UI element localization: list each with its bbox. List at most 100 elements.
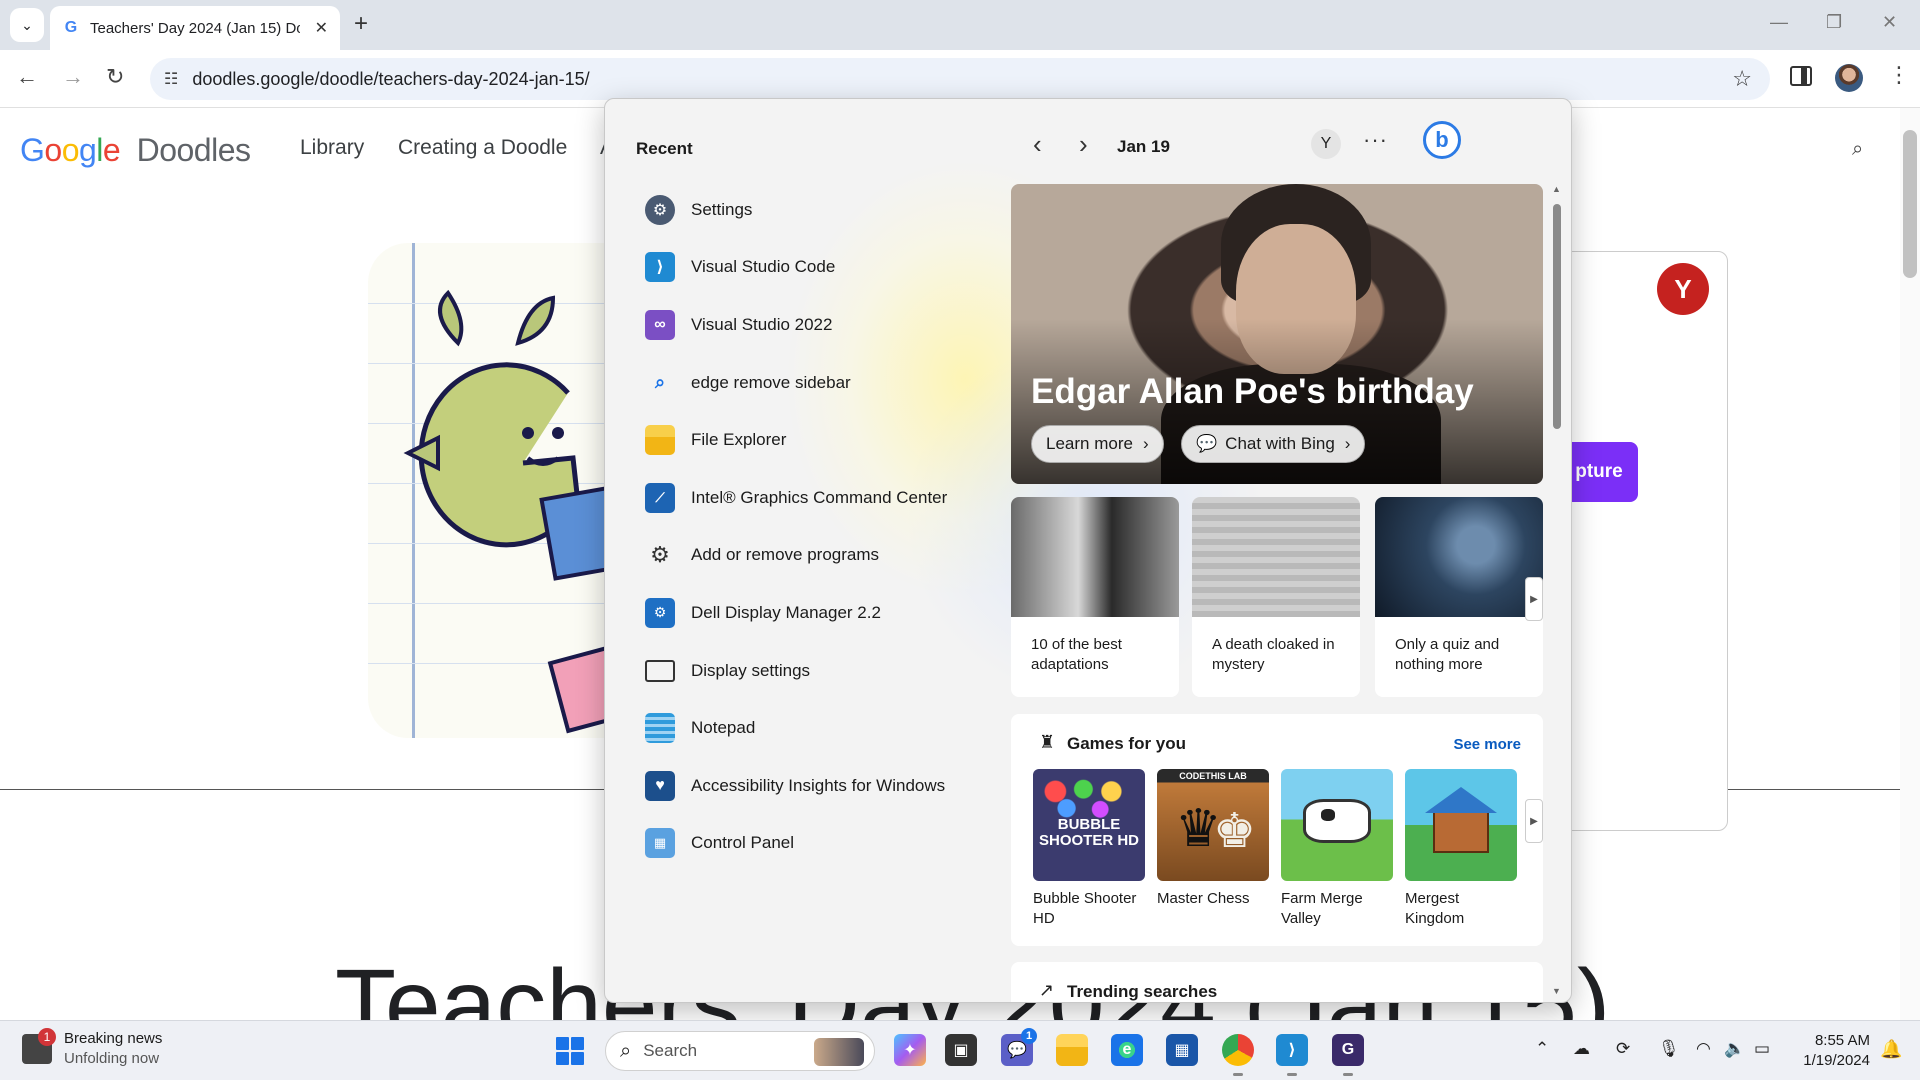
more-options-icon[interactable]: ··· [1363, 127, 1388, 153]
previous-chevron-icon[interactable]: ‹ [1033, 129, 1042, 160]
recent-item-intel-graphics[interactable]: ⟋ Intel® Graphics Command Center [645, 469, 985, 527]
battery-icon[interactable]: ▭ [1754, 1039, 1770, 1059]
widgets-feed: Edgar Allan Poe's birthday Learn more › … [1011, 184, 1546, 1002]
copilot-icon[interactable]: ✦ [894, 1034, 926, 1066]
forward-arrow-icon[interactable]: → [62, 64, 84, 90]
file-explorer-icon[interactable] [1056, 1034, 1088, 1066]
user-avatar[interactable]: Y [1657, 263, 1709, 315]
news-next-arrow-icon[interactable]: ▶ [1525, 577, 1543, 621]
games-next-arrow-icon[interactable]: ▶ [1525, 799, 1543, 843]
recent-item-visual-studio[interactable]: ∞ Visual Studio 2022 [645, 296, 985, 354]
taskbar-search[interactable]: ⌕ Search [605, 1031, 875, 1071]
site-info-icon[interactable]: ☷ [164, 69, 178, 89]
tab-close-icon[interactable]: ✕ [315, 18, 328, 38]
new-tab-icon[interactable]: + [354, 12, 368, 36]
news-image [1011, 497, 1179, 617]
clock-time: 8:55 AM [1814, 1032, 1870, 1049]
widgets-scrollbar[interactable]: ▲ ▼ [1550, 184, 1564, 999]
edge-icon[interactable]: e [1111, 1034, 1143, 1066]
tab-search-chevron-icon[interactable]: ⌄ [10, 8, 44, 42]
see-more-link[interactable]: See more [1453, 736, 1521, 753]
teams-chat-icon[interactable]: 💬 1 [1001, 1028, 1037, 1066]
news-widget-title: Breaking news [64, 1030, 163, 1047]
folder-icon [645, 425, 675, 456]
bookmark-star-icon[interactable]: ☆ [1732, 66, 1752, 92]
store-icon[interactable]: ▦ [1166, 1034, 1198, 1066]
scroll-down-icon[interactable]: ▼ [1552, 986, 1561, 996]
next-chevron-icon[interactable]: › [1079, 129, 1088, 160]
browser-menu-icon[interactable]: ⋮ [1888, 62, 1910, 88]
vscode-taskbar-icon[interactable]: ⟩ [1276, 1034, 1308, 1066]
recent-item-settings[interactable]: ⚙ Settings [645, 181, 985, 239]
volume-icon[interactable]: 🔈 [1724, 1039, 1745, 1059]
profile-avatar[interactable] [1835, 64, 1863, 92]
intel-graphics-icon: ⟋ [645, 482, 675, 513]
chess-rook-icon: ♜ [1039, 732, 1056, 752]
farm-merge-valley-image [1281, 769, 1393, 881]
recent-item-dell-display-manager[interactable]: ⚙ Dell Display Manager 2.2 [645, 584, 985, 642]
github-desktop-icon[interactable]: G [1332, 1034, 1364, 1066]
learn-more-button[interactable]: Learn more › [1031, 425, 1164, 463]
google-favicon-icon: G [64, 19, 78, 36]
widgets-header: ‹ › Jan 19 Y ··· b [1013, 121, 1553, 171]
page-scrollbar-thumb[interactable] [1903, 130, 1917, 278]
hero-card[interactable]: Edgar Allan Poe's birthday Learn more › … [1011, 184, 1543, 484]
address-bar[interactable]: ☷ doodles.google/doodle/teachers-day-202… [150, 58, 1770, 100]
news-card[interactable]: 10 of the best adaptations [1011, 497, 1179, 697]
widgets-scrollbar-thumb[interactable] [1553, 204, 1561, 429]
scroll-up-icon[interactable]: ▲ [1552, 184, 1561, 194]
news-carousel: 10 of the best adaptations A death cloak… [1011, 497, 1546, 697]
page-search-icon[interactable]: ⌕ [1852, 138, 1863, 161]
game-farm-merge-valley[interactable]: Farm Merge Valley [1281, 769, 1393, 929]
widgets-date: Jan 19 [1117, 137, 1170, 156]
show-hidden-icons-chevron-icon[interactable]: ⌃ [1535, 1039, 1549, 1059]
microphone-icon[interactable]: 🎙 [1658, 1039, 1680, 1059]
nav-library[interactable]: Library [300, 136, 364, 160]
side-panel-icon[interactable] [1790, 66, 1812, 86]
notification-bell-icon[interactable]: 🔔 [1880, 1039, 1902, 1060]
game-mergest-kingdom[interactable]: Mergest Kingdom [1405, 769, 1517, 929]
minimize-icon[interactable]: — [1770, 12, 1788, 33]
active-tab[interactable]: G Teachers' Day 2024 (Jan 15) Doodle ✕ [50, 6, 340, 50]
recent-item-control-panel[interactable]: ▦ Control Panel [645, 815, 985, 873]
visual-studio-icon: ∞ [645, 309, 675, 340]
recent-item-add-remove-programs[interactable]: ⚙ Add or remove programs [645, 527, 985, 585]
google-doodles-logo[interactable]: Google Doodles [20, 132, 251, 169]
news-card[interactable]: Only a quiz and nothing more [1375, 497, 1543, 697]
trending-title: Trending searches [1067, 982, 1218, 1001]
game-master-chess[interactable]: CODETHIS LAB ♛ ♚ Master Chess [1157, 769, 1269, 909]
nav-creating-a-doodle[interactable]: Creating a Doodle [398, 136, 567, 160]
onedrive-cloud-icon[interactable]: ☁ [1573, 1039, 1590, 1059]
news-card[interactable]: A death cloaked in mystery [1192, 497, 1360, 697]
start-windows-icon[interactable] [556, 1037, 584, 1065]
recent-item-edge-remove-sidebar[interactable]: ⌕ edge remove sidebar [645, 354, 985, 412]
back-arrow-icon[interactable]: ← [16, 64, 38, 90]
recent-item-file-explorer[interactable]: File Explorer [645, 411, 985, 469]
clock[interactable]: 8:55 AM 1/19/2024 [1790, 1031, 1870, 1071]
recent-item-notepad[interactable]: Notepad [645, 699, 985, 757]
recent-item-accessibility-insights[interactable]: ♥ Accessibility Insights for Windows [645, 757, 985, 815]
tab-title: Teachers' Day 2024 (Jan 15) Doodle [90, 19, 300, 37]
game-bubble-shooter[interactable]: BUBBLE SHOOTER HD Bubble Shooter HD [1033, 769, 1145, 929]
url-text[interactable]: doodles.google/doodle/teachers-day-2024-… [192, 69, 589, 90]
news-widget[interactable]: 1 Breaking news Unfolding now [22, 1028, 163, 1069]
sync-icon[interactable]: ⟳ [1616, 1039, 1630, 1059]
tab-strip: ⌄ G Teachers' Day 2024 (Jan 15) Doodle ✕… [0, 0, 1920, 50]
bubble-shooter-image: BUBBLE SHOOTER HD [1033, 769, 1145, 881]
bing-icon[interactable]: b [1423, 121, 1461, 159]
chat-with-bing-button[interactable]: 💬 Chat with Bing › [1181, 425, 1366, 463]
chrome-icon[interactable] [1222, 1034, 1254, 1066]
wifi-icon[interactable]: ◠ [1696, 1039, 1711, 1059]
widgets-profile-button[interactable]: Y [1311, 129, 1341, 159]
recent-item-vscode[interactable]: ⟩ Visual Studio Code [645, 239, 985, 297]
chevron-right-icon: › [1344, 434, 1351, 453]
chevron-right-icon: › [1142, 434, 1149, 453]
restore-icon[interactable]: ❐ [1826, 12, 1842, 33]
hero-title[interactable]: Edgar Allan Poe's birthday [1031, 372, 1474, 412]
news-widget-subtitle: Unfolding now [64, 1050, 160, 1067]
reload-icon[interactable]: ↻ [106, 64, 124, 90]
task-view-icon[interactable]: ▣ [945, 1034, 977, 1066]
recent-item-display-settings[interactable]: Display settings [645, 642, 985, 700]
control-panel-icon: ▦ [645, 828, 675, 859]
window-close-icon[interactable]: ✕ [1882, 12, 1897, 33]
